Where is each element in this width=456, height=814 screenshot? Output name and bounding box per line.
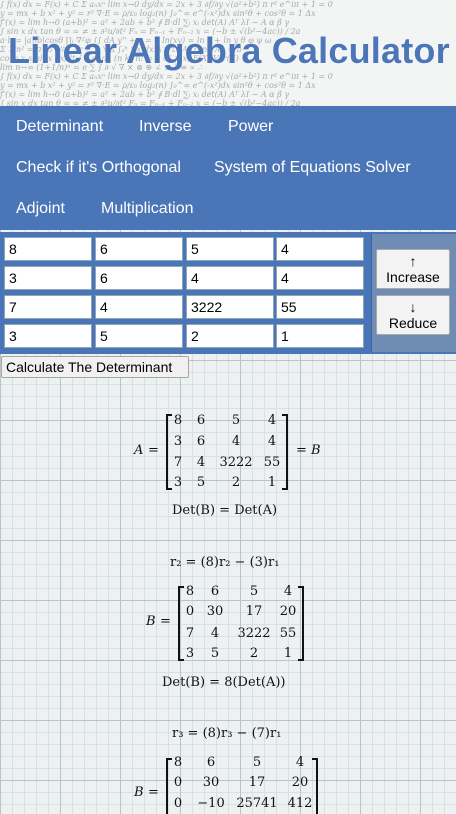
matrix-cell-r1c4[interactable] <box>276 237 364 261</box>
matrix-name-b: B <box>146 614 156 629</box>
matrix-entry: 4 <box>210 626 220 641</box>
nav-inverse[interactable]: Inverse <box>139 118 191 136</box>
matrix-name-a: A <box>134 443 144 458</box>
matrix-cell-r2c2[interactable] <box>95 266 183 290</box>
matrix-entry: 25741 <box>236 796 278 811</box>
matrix-entry: 3 <box>185 646 195 661</box>
reduce-size-button[interactable]: ↓ Reduce <box>376 295 450 335</box>
scribble-line: f'(x) = lim h→0 (a+b)² = a² + 2ab + b² ∮… <box>0 18 290 27</box>
matrix-entry: 5 <box>231 413 241 428</box>
matrix-cell-r1c2[interactable] <box>95 237 183 261</box>
nav-system-solver[interactable]: System of Equations Solver <box>214 159 411 177</box>
matrix-bracket-right <box>282 414 288 490</box>
equals-sign: = <box>296 443 307 458</box>
matrix-entry: 7 <box>173 455 183 470</box>
increase-size-button[interactable]: ↑ Increase <box>376 249 450 289</box>
matrix-cell-r3c3[interactable] <box>186 295 274 319</box>
row-operation: r₃ = (8)r₃ − (7)r₁ <box>172 726 282 741</box>
increase-label: Increase <box>386 269 440 285</box>
determinant-equation: Det(B) = 8(Det(A)) <box>162 675 286 690</box>
calculate-determinant-button[interactable]: Calculate The Determinant <box>1 356 189 378</box>
equals-sign: = <box>148 785 159 800</box>
matrix-entry: 4 <box>196 455 206 470</box>
matrix-entry: 6 <box>206 755 216 770</box>
scribble-line: y = mx + b x² + y² = r² ∇·E = ρ/ε₀ log₂(… <box>0 9 316 18</box>
matrix-cell-r3c2[interactable] <box>95 295 183 319</box>
matrix-entry: 30 <box>202 775 220 790</box>
matrix-cell-r4c4[interactable] <box>276 324 364 348</box>
matrix-entry: 4 <box>267 434 277 449</box>
matrix-bracket-right <box>298 586 304 661</box>
matrix-entry: 0 <box>173 775 183 790</box>
matrix-entry: 8 <box>185 584 195 599</box>
nav-power[interactable]: Power <box>228 118 273 136</box>
matrix-entry: 3222 <box>237 626 271 641</box>
scribble-line: y = mx + b x² + y² = r² ∇·E = ρ/ε₀ log₂(… <box>0 81 316 90</box>
scribble-line: ∫ f(x) dx = F(x) + C Σ aₙxⁿ lim x→0 dy/d… <box>0 0 333 9</box>
arrow-down-icon: ↓ <box>409 299 417 315</box>
matrix-entry: 0 <box>173 796 183 811</box>
matrix-entry: 20 <box>291 775 309 790</box>
matrix-entry: 4 <box>267 413 277 428</box>
matrix-cell-r4c1[interactable] <box>4 324 92 348</box>
matrix-entry: 4 <box>231 434 241 449</box>
scribble-line: f'(x) = lim h→0 (a+b)² = a² + 2ab + b² ∮… <box>0 90 290 99</box>
matrix-entry: 3 <box>173 434 183 449</box>
arrow-up-icon: ↑ <box>409 253 417 269</box>
matrix-cell-r2c1[interactable] <box>4 266 92 290</box>
matrix-entry: 6 <box>196 413 206 428</box>
matrix-entry: 2 <box>249 646 259 661</box>
matrix-entry: 1 <box>267 475 277 490</box>
matrix-entry: 0 <box>185 604 195 619</box>
scribble-line: ∫ f(x) dx = F(x) + C Σ aₙxⁿ lim x→0 dy/d… <box>0 72 333 81</box>
matrix-entry: 55 <box>279 626 297 641</box>
calculator-nav: Determinant Inverse Power Check if it's … <box>0 106 456 230</box>
matrix-entry: 5 <box>210 646 220 661</box>
matrix-entry: 3 <box>173 475 183 490</box>
matrix-entry: 55 <box>263 455 281 470</box>
matrix-entry: 5 <box>249 584 259 599</box>
nav-multiplication[interactable]: Multiplication <box>101 200 193 218</box>
matrix-entry: 4 <box>295 755 305 770</box>
matrix-entry: 6 <box>210 584 220 599</box>
matrix-entry: 7 <box>185 626 195 641</box>
matrix-entry: 4 <box>283 584 293 599</box>
matrix-entry: −10 <box>197 796 225 811</box>
header-banner: ∫ f(x) dx = F(x) + C Σ aₙxⁿ lim x→0 dy/d… <box>0 0 456 106</box>
matrix-entry: 6 <box>196 434 206 449</box>
matrix-entry: 412 <box>287 796 313 811</box>
matrix-entry: 30 <box>206 604 224 619</box>
matrix-entry: 17 <box>245 604 263 619</box>
equals-sign: = <box>148 443 159 458</box>
matrix-entry: 5 <box>196 475 206 490</box>
matrix-entry: 8 <box>173 755 183 770</box>
matrix-name-b: B <box>311 443 321 458</box>
scribble-line: ∫ sin x dx tan θ ∞ ≈ ≠ ± ∂²u/∂t² Fₙ = Fₙ… <box>0 99 301 106</box>
matrix-entry: 1 <box>283 646 293 661</box>
equals-sign: = <box>160 614 171 629</box>
nav-adjoint[interactable]: Adjoint <box>16 200 65 218</box>
row-operation: r₂ = (8)r₂ − (3)r₁ <box>170 555 280 570</box>
nav-orthogonal[interactable]: Check if it's Orthogonal <box>16 159 181 177</box>
determinant-equation: Det(B) = Det(A) <box>172 503 278 518</box>
matrix-cell-r1c1[interactable] <box>4 237 92 261</box>
matrix-cell-r2c3[interactable] <box>186 266 274 290</box>
matrix-entry: 2 <box>231 475 241 490</box>
matrix-entry: 20 <box>279 604 297 619</box>
matrix-cell-r2c4[interactable] <box>276 266 364 290</box>
matrix-entry: 17 <box>248 775 266 790</box>
matrix-cell-r3c4[interactable] <box>276 295 364 319</box>
matrix-cell-r4c3[interactable] <box>186 324 274 348</box>
matrix-entry: 5 <box>252 755 262 770</box>
matrix-entry: 8 <box>173 413 183 428</box>
matrix-cell-r1c3[interactable] <box>186 237 274 261</box>
matrix-entry: 3222 <box>219 455 253 470</box>
matrix-cell-r4c2[interactable] <box>95 324 183 348</box>
reduce-label: Reduce <box>388 315 438 331</box>
matrix-name-b: B <box>134 785 144 800</box>
matrix-cell-r3c1[interactable] <box>4 295 92 319</box>
nav-determinant[interactable]: Determinant <box>16 118 103 136</box>
page-title: Linear Algebra Calculator <box>8 30 450 71</box>
